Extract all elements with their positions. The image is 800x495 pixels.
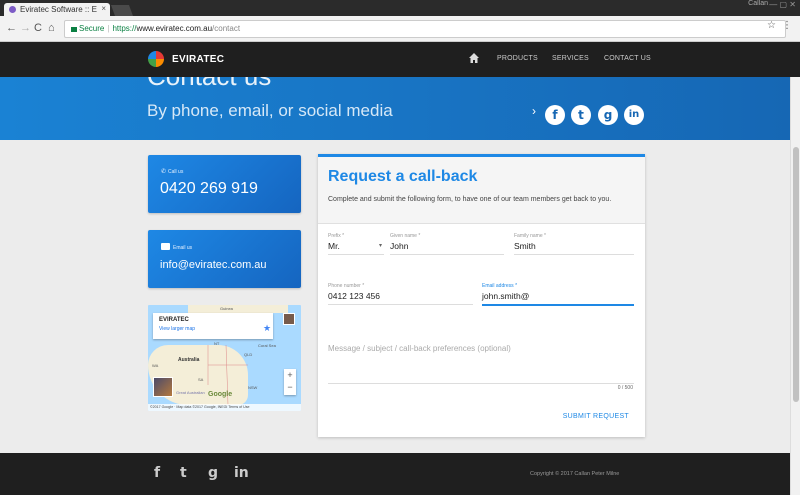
map-zoom-controls: + − [284,369,296,395]
zoom-in-button[interactable]: + [284,369,296,381]
linkedin-icon[interactable]: in [624,105,644,125]
window-controls[interactable]: — ▢ ✕ [769,0,796,9]
map-label: Great Australian [176,390,205,395]
save-star-icon[interactable]: ★ [263,323,271,334]
map-label: Australia [178,357,200,363]
forward-icon[interactable]: → [20,22,31,34]
email-icon [161,243,170,250]
map-place-title: EVIRATEC [159,317,189,323]
site-header: EVIRATEC PRODUCTS SERVICES CONTACT US [0,42,800,77]
footer-facebook-icon[interactable]: f [154,465,160,481]
character-counter: 0 / 500 [617,385,633,391]
phone-number[interactable]: 0420 269 919 [160,180,258,198]
new-tab-button[interactable] [110,5,134,16]
facebook-icon[interactable]: f [545,105,565,125]
map-label: Coral Sea [258,343,276,348]
google-logo: Google [208,391,233,398]
chevron-right-icon: › [532,104,536,118]
phone-icon: ✆ [161,169,167,175]
logo-icon[interactable] [148,51,164,67]
view-larger-map-link[interactable]: View larger map [159,326,195,332]
nav-contact-us[interactable]: CONTACT US [604,55,651,62]
browser-toolbar: ← → C ⌂ Secure | https://www.eviratec.com.… [0,16,800,42]
call-us-label: ✆ Call us [161,169,184,175]
logo-text[interactable]: EVIRATEC [172,54,224,65]
map-label: QLD [244,352,253,357]
site-footer: f t g in Copyright © 2017 Callan Peter M… [0,453,790,495]
page-subtitle: By phone, email, or social media [147,101,393,120]
email-us-label: Email us [161,243,192,251]
form-header: Request a call-back Complete and submit … [318,157,645,224]
back-icon[interactable]: ← [6,22,17,34]
lock-icon [71,27,77,32]
nav-products[interactable]: PRODUCTS [497,55,538,62]
url-path: /contact [212,24,241,33]
url-host: www.eviratec.com.au [136,24,213,33]
satellite-toggle[interactable] [153,377,173,397]
home-nav-icon[interactable] [468,52,480,64]
twitter-icon[interactable]: t [571,105,591,125]
page-title: Contact us [147,77,271,92]
github-icon[interactable]: g [598,105,618,125]
map-info-box: EVIRATEC View larger map ★ [153,313,273,339]
map-attribution[interactable]: ©2017 Google · Map data ©2017 Google, IN… [148,404,301,411]
tab-close-icon[interactable]: × [101,4,106,13]
address-bar[interactable]: Secure | https://www.eviratec.com.au/conta… [64,20,786,38]
copyright-text: Copyright © 2017 Callan Peter Milne [530,471,620,477]
nav-services[interactable]: SERVICES [552,55,589,62]
map-label: NT [214,341,220,346]
home-icon[interactable]: ⌂ [48,22,55,34]
browser-menu-icon[interactable]: ⋮ [782,20,792,31]
favicon-icon [9,6,16,13]
page-scrollbar[interactable] [790,77,800,495]
tab-title: Eviratec Software :: E [20,5,97,14]
url-scheme: https:// [112,24,137,33]
dropdown-caret-icon: ▾ [379,243,383,249]
reload-icon[interactable]: C [34,22,42,34]
browser-tab[interactable]: Eviratec Software :: E × [4,3,110,16]
hero-banner: Contact us By phone, email, or social me… [0,77,790,140]
form-description: Complete and submit the following form, … [328,196,612,203]
footer-linkedin-icon[interactable]: in [234,465,249,481]
map-label: Guinea [220,306,233,311]
footer-twitter-icon[interactable]: t [180,465,187,481]
zoom-out-button[interactable]: − [284,381,296,393]
footer-github-icon[interactable]: g [208,465,218,481]
secure-label: Secure [79,24,105,33]
form-title: Request a call-back [328,168,478,185]
email-us-card[interactable]: Email us info@eviratec.com.au [148,230,301,288]
scrollbar-thumb[interactable] [793,147,799,402]
message-underline [328,383,634,384]
callback-form: Request a call-back Complete and submit … [318,154,645,437]
map-label: SA [198,377,204,382]
call-us-card[interactable]: ✆ Call us 0420 269 919 [148,155,301,213]
avatar[interactable] [283,313,295,325]
bookmark-star-icon[interactable]: ☆ [767,20,776,31]
submit-request-button[interactable]: SUBMIT REQUEST [563,413,629,420]
email-address[interactable]: info@eviratec.com.au [160,259,267,271]
message-textarea[interactable]: Message / subject / call-back preference… [328,344,511,353]
window-user-label[interactable]: Callan [748,0,768,7]
google-map[interactable]: Guinea NT Coral Sea QLD Australia WA SA … [148,305,301,411]
map-label: WA [152,363,159,368]
browser-tab-bar: Eviratec Software :: E × Callan — ▢ ✕ [0,0,800,16]
map-label: NSW [248,385,258,390]
